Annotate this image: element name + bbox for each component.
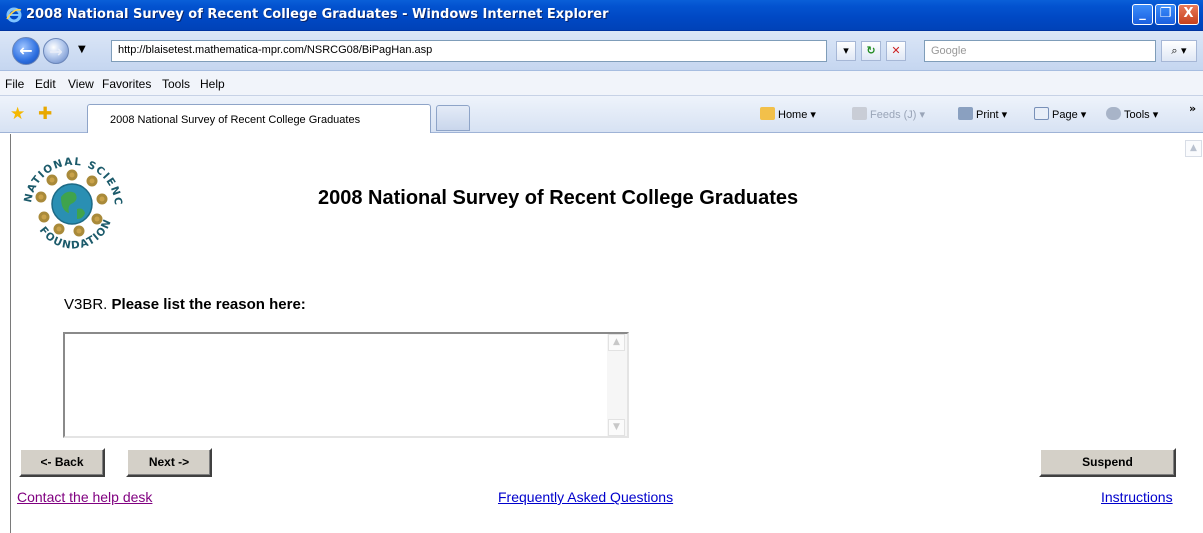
nsf-logo: NATIONAL SCIENCE FOUNDATION [17, 147, 123, 252]
help-desk-link[interactable]: Contact the help desk [17, 489, 152, 505]
tab-survey[interactable]: 2008 National Survey of Recent College G… [87, 104, 431, 133]
content-frame-border [10, 134, 11, 533]
menu-favorites[interactable]: Favorites [102, 77, 151, 91]
menu-view[interactable]: View [68, 77, 94, 91]
search-icon: ⌕ [1171, 44, 1178, 57]
ie-logo-icon [6, 7, 22, 23]
back-button[interactable]: <- Back [19, 448, 105, 477]
menu-edit[interactable]: Edit [35, 77, 56, 91]
favorites-star-icon[interactable]: ★ [10, 104, 25, 124]
stop-icon[interactable]: ✕ [886, 41, 906, 61]
tools-menu-button[interactable]: Tools ▾ [1106, 107, 1158, 121]
reason-textarea[interactable] [63, 332, 629, 438]
instructions-link[interactable]: Instructions [1101, 489, 1173, 505]
address-input[interactable]: http://blaisetest.mathematica-mpr.com/NS… [111, 40, 827, 62]
survey-title: 2008 National Survey of Recent College G… [318, 187, 799, 209]
search-placeholder: Google [931, 45, 967, 57]
search-button[interactable]: ⌕ ▾ [1161, 40, 1197, 62]
history-dropdown-icon[interactable]: ▼ [78, 44, 86, 55]
back-arrow-icon[interactable]: ← [12, 37, 40, 65]
forward-arrow-icon[interactable]: → [43, 38, 69, 64]
page-icon [1034, 107, 1049, 120]
question-text: Please list the reason here: [111, 296, 306, 313]
tab-command-bar: ★ ✚ 2008 National Survey of Recent Colle… [0, 96, 1203, 133]
address-toolbar: ← → ▼ http://blaisetest.mathematica-mpr.… [0, 31, 1203, 71]
textarea-scroll-up-icon[interactable]: ▲ [608, 334, 625, 351]
feeds-icon [852, 107, 867, 120]
next-button[interactable]: Next -> [126, 448, 212, 477]
menu-help[interactable]: Help [200, 77, 225, 91]
page-menu-button[interactable]: Page ▾ [1034, 107, 1086, 121]
more-chevron-icon[interactable]: » [1189, 102, 1196, 115]
add-favorite-icon[interactable]: ✚ [38, 104, 52, 124]
feeds-button[interactable]: Feeds (J) ▾ [852, 107, 925, 121]
new-tab-button[interactable] [436, 105, 470, 131]
search-input[interactable]: Google [924, 40, 1156, 62]
gear-icon [1106, 107, 1121, 120]
printer-icon [958, 107, 973, 120]
question: V3BR. Please list the reason here: [64, 296, 306, 313]
home-button[interactable]: Home ▾ [760, 107, 816, 121]
textarea-scrollbar[interactable]: ▲ ▼ [607, 334, 627, 436]
maximize-button[interactable]: ❐ [1155, 4, 1176, 25]
textarea-scroll-down-icon[interactable]: ▼ [608, 419, 625, 436]
close-button[interactable]: X [1178, 4, 1199, 25]
suspend-button[interactable]: Suspend [1039, 448, 1176, 477]
address-url: http://blaisetest.mathematica-mpr.com/NS… [118, 44, 433, 56]
window-title-bar: 2008 National Survey of Recent College G… [0, 0, 1203, 31]
menu-tools[interactable]: Tools [162, 77, 190, 91]
menu-file[interactable]: File [5, 77, 24, 91]
question-id: V3BR. [64, 296, 108, 313]
faq-link[interactable]: Frequently Asked Questions [498, 489, 673, 505]
print-button[interactable]: Print ▾ [958, 107, 1007, 121]
home-icon [760, 107, 775, 120]
tab-label: 2008 National Survey of Recent College G… [110, 114, 361, 126]
refresh-icon[interactable]: ↻ [861, 41, 881, 61]
page-scrollbar[interactable]: ▲ [1185, 140, 1202, 533]
menu-bar: File Edit View Favorites Tools Help [0, 71, 1203, 96]
window-title: 2008 National Survey of Recent College G… [26, 7, 609, 22]
scroll-up-icon[interactable]: ▲ [1185, 140, 1202, 157]
address-dropdown-icon[interactable]: ▾ [836, 41, 856, 61]
minimize-button[interactable]: _ [1132, 4, 1153, 25]
